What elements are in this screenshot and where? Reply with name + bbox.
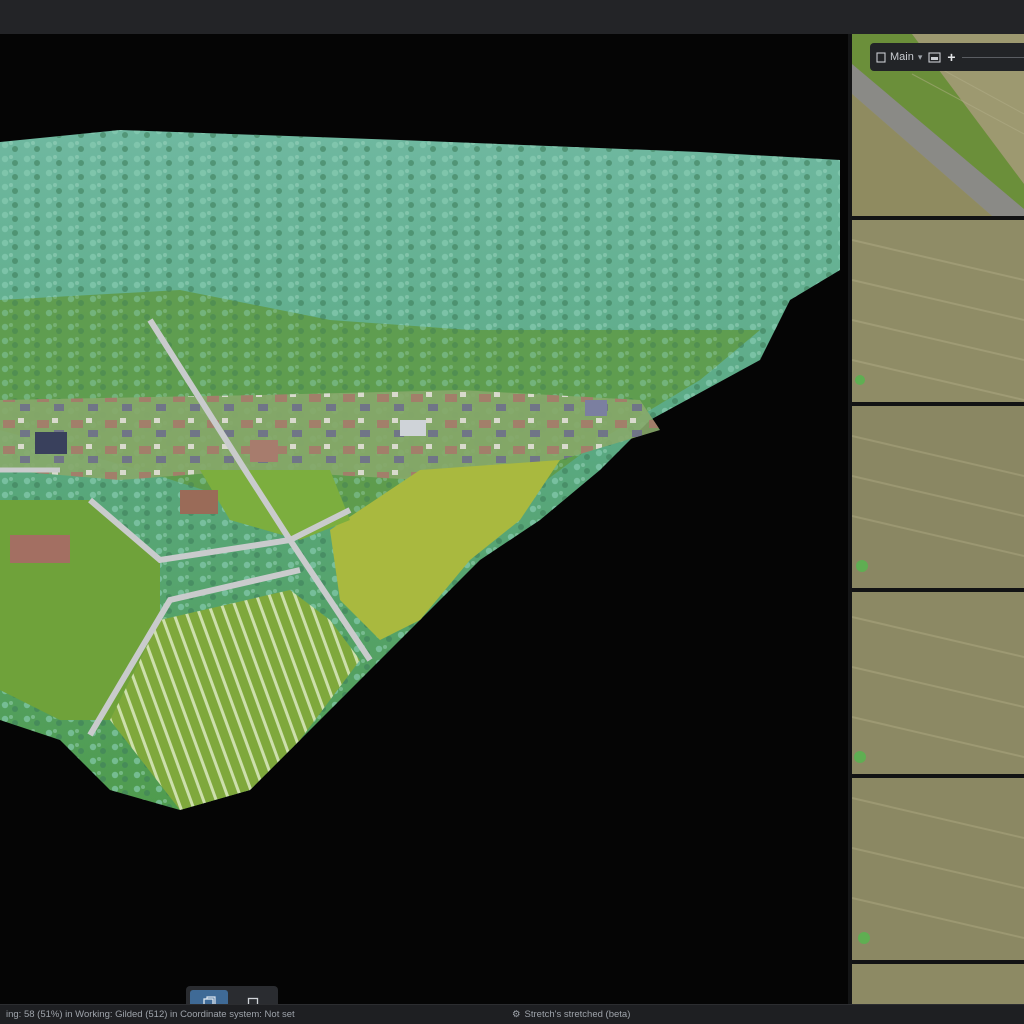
status-bar: ing: 58 (51%) in Working: Gilded (512) i…: [0, 1004, 1024, 1024]
status-task-label: Stretch's stretched (beta): [524, 1009, 631, 1020]
plus-icon: +: [947, 49, 956, 65]
document-icon: [876, 51, 886, 63]
image-icon: [928, 51, 941, 63]
status-task: ⚙ Stretch's stretched (beta): [512, 1009, 630, 1020]
chevron-down-icon: ▾: [917, 51, 923, 62]
toolbar-divider: [961, 56, 1024, 58]
3d-viewport[interactable]: [0, 34, 848, 1004]
point-cloud-render: [0, 34, 848, 1004]
image-thumbnail[interactable]: [852, 964, 1024, 1004]
image-thumbnail[interactable]: [852, 220, 1024, 402]
viewport-toolbar: [186, 986, 278, 1004]
title-bar: [0, 0, 1024, 35]
zoom-in-button[interactable]: +: [947, 49, 955, 65]
image-thumbnail-panel: Main ▾ +: [852, 34, 1024, 1004]
image-thumbnail[interactable]: [852, 406, 1024, 588]
status-text: ing: 58 (51%) in Working: Gilded (512) i…: [6, 1009, 295, 1020]
view-selector[interactable]: Main ▾: [876, 51, 922, 63]
view-selector-label: Main: [890, 51, 914, 63]
orbit-view-button[interactable]: [190, 990, 228, 1004]
frame-view-button[interactable]: [234, 990, 272, 1004]
orbit-view-icon: [203, 996, 216, 1004]
frame-icon: [247, 997, 259, 1004]
gear-icon: ⚙: [512, 1009, 521, 1020]
panel-toolbar: Main ▾ +: [870, 43, 1024, 71]
image-thumbnail[interactable]: [852, 592, 1024, 774]
image-thumbnail[interactable]: [852, 778, 1024, 960]
image-button[interactable]: [928, 51, 941, 63]
